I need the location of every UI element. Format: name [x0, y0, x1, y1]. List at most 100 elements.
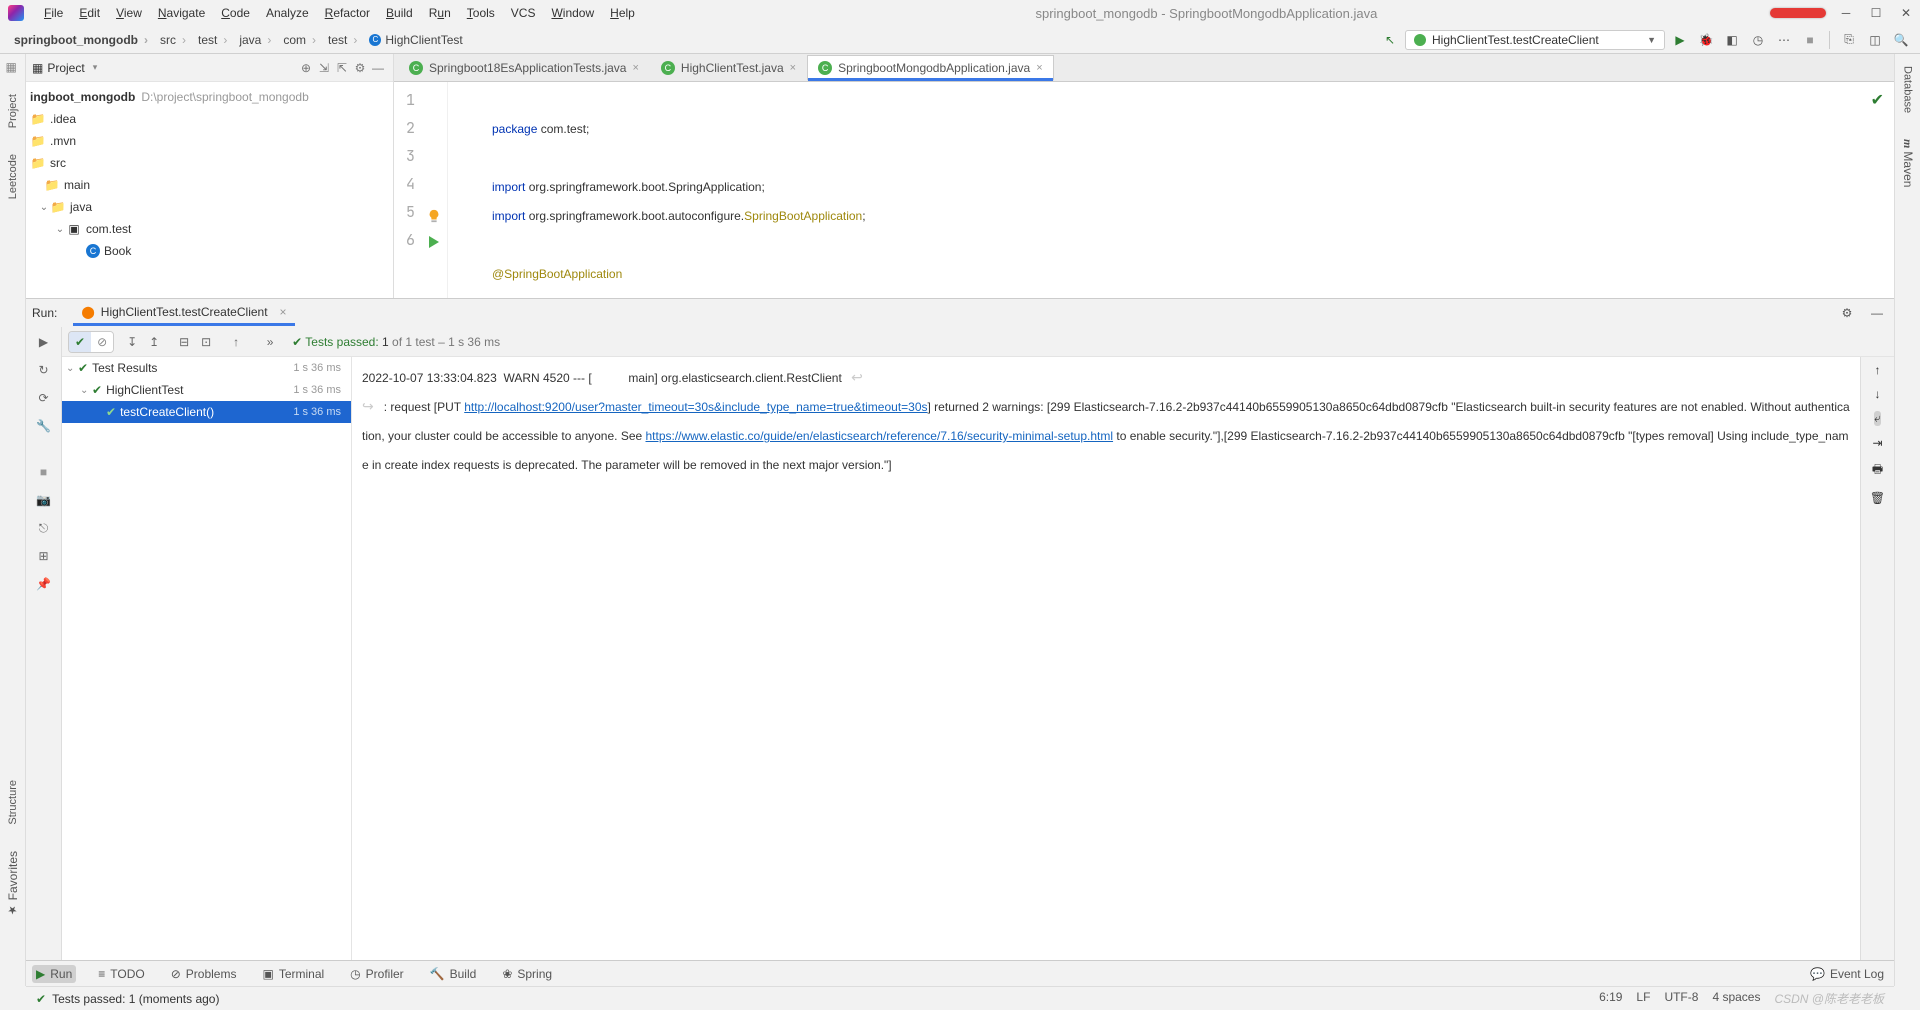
show-ignored-button[interactable]: ⊘ [91, 332, 113, 352]
expand-all-button[interactable]: ⊟ [174, 332, 194, 352]
bottom-tab-todo[interactable]: ≡ TODO [94, 965, 148, 983]
run-tab[interactable]: ⬤HighClientTest.testCreateClient× [73, 301, 294, 326]
menu-file[interactable]: File [36, 4, 71, 22]
bottom-tab-spring[interactable]: ❀ Spring [498, 965, 556, 983]
menu-navigate[interactable]: Navigate [150, 4, 213, 22]
wrench-icon[interactable]: 🔧 [35, 417, 53, 435]
left-tab-leetcode[interactable]: Leetcode [5, 148, 21, 205]
scroll-to-end-button[interactable]: ⇥ [1872, 436, 1882, 450]
test-tree-method[interactable]: ✔testCreateClient()1 s 36 ms [62, 401, 351, 423]
status-encoding[interactable]: UTF-8 [1664, 990, 1698, 1007]
project-view-selector[interactable]: ▦ Project [32, 61, 97, 75]
inspection-ok-icon[interactable]: ✔ [1871, 90, 1884, 110]
right-tab-database[interactable]: Database [1900, 60, 1916, 119]
rerun-failed-button[interactable]: ↻ [35, 361, 53, 379]
run-gutter-icon[interactable] [425, 232, 441, 248]
menu-help[interactable]: Help [602, 4, 643, 22]
close-tab-icon[interactable]: × [632, 62, 638, 74]
bottom-tab-profiler[interactable]: ◷ Profiler [346, 965, 408, 983]
editor-tab-1[interactable]: CSpringboot18EsApplicationTests.java× [398, 55, 650, 81]
collapse-all-icon[interactable]: ⇱ [333, 59, 351, 77]
code-area[interactable]: package com.test; import org.springframe… [448, 82, 1894, 298]
crumb-test[interactable]: test [192, 31, 233, 49]
console-link-2[interactable]: https://www.elastic.co/guide/en/elastics… [646, 429, 1114, 443]
close-tab-icon[interactable]: × [280, 305, 287, 319]
editor-tab-3[interactable]: CSpringbootMongodbApplication.java× [807, 55, 1054, 81]
status-indent[interactable]: 4 spaces [1712, 990, 1760, 1007]
toggle-auto-test-button[interactable]: ⟳ [35, 389, 53, 407]
bottom-tab-problems[interactable]: ⊘ Problems [167, 965, 241, 983]
run-button[interactable]: ▶ [1669, 29, 1691, 51]
collapse-all-button[interactable]: ⊡ [196, 332, 216, 352]
left-tab-favorites[interactable]: ★ Favorites [4, 845, 22, 922]
project-tree[interactable]: ingboot_mongodbD:\project\springboot_mon… [26, 82, 393, 298]
gear-icon[interactable]: ⚙ [1836, 302, 1858, 324]
menu-code[interactable]: Code [213, 4, 258, 22]
layout-button[interactable]: ⊞ [35, 547, 53, 565]
crumb-project[interactable]: springboot_mongodb [8, 31, 154, 49]
maximize-button[interactable]: ☐ [1870, 7, 1882, 19]
back-arrow-icon[interactable]: ↖ [1379, 29, 1401, 51]
exit-button[interactable]: ⎋ [35, 519, 53, 537]
test-tree[interactable]: ⌄✔Test Results1 s 36 ms ⌄✔HighClientTest… [62, 357, 352, 960]
status-caret-pos[interactable]: 6:19 [1599, 990, 1622, 1007]
rerun-button[interactable]: ▶ [35, 333, 53, 351]
close-button[interactable]: ✕ [1900, 7, 1912, 19]
menu-refactor[interactable]: Refactor [317, 4, 378, 22]
coverage-button[interactable]: ◧ [1721, 29, 1743, 51]
pin-button[interactable]: 📌 [35, 575, 53, 593]
bottom-event-log[interactable]: 💬 Event Log [1806, 965, 1888, 983]
crumb-java[interactable]: java [233, 31, 277, 49]
search-everywhere-button[interactable]: 🔍 [1890, 29, 1912, 51]
scroll-up-button[interactable]: ↑ [1875, 363, 1881, 377]
right-tab-maven[interactable]: m Maven [1898, 133, 1917, 193]
close-tab-icon[interactable]: × [1036, 62, 1042, 74]
left-tab-project[interactable]: Project [5, 88, 21, 134]
crumb-pkg[interactable]: test [322, 31, 363, 49]
profile-button[interactable]: ◷ [1747, 29, 1769, 51]
hide-tool-icon[interactable]: — [1866, 302, 1888, 324]
menu-window[interactable]: Window [543, 4, 602, 22]
bottom-tab-build[interactable]: 🔨 Build [426, 965, 481, 983]
export-button[interactable]: » [260, 332, 280, 352]
dump-button[interactable]: 📷 [35, 491, 53, 509]
menu-run[interactable]: Run [421, 4, 459, 22]
locate-icon[interactable]: ⊕ [297, 59, 315, 77]
softwrap-toggle-button[interactable]: ⤶ [1874, 411, 1881, 426]
show-passed-button[interactable]: ✔ [69, 332, 91, 352]
gear-icon[interactable]: ⚙ [351, 59, 369, 77]
stop-button[interactable]: ■ [35, 463, 53, 481]
tree-book[interactable]: CBook [26, 240, 393, 262]
status-line-ending[interactable]: LF [1636, 990, 1650, 1007]
bottom-tab-run[interactable]: ▶Run [32, 965, 76, 983]
lightbulb-icon[interactable] [427, 205, 441, 219]
expand-all-icon[interactable]: ⇲ [315, 59, 333, 77]
git-tool-icon[interactable]: ⎘ [1838, 29, 1860, 51]
sort-button[interactable]: ↧ [122, 332, 142, 352]
tree-idea[interactable]: 📁.idea [26, 108, 393, 130]
scroll-down-button[interactable]: ↓ [1875, 387, 1881, 401]
left-tab-structure[interactable]: Structure [5, 774, 21, 831]
tree-mvn[interactable]: 📁.mvn [26, 130, 393, 152]
test-tree-root[interactable]: ⌄✔Test Results1 s 36 ms [62, 357, 351, 379]
clear-button[interactable]: 🗑 [1870, 491, 1885, 505]
tree-src[interactable]: 📁src [26, 152, 393, 174]
tree-comtest[interactable]: ⌄▣com.test [26, 218, 393, 240]
close-tab-icon[interactable]: × [790, 62, 796, 74]
bottom-tab-terminal[interactable]: ▣ Terminal [258, 965, 328, 983]
tree-root[interactable]: ingboot_mongodbD:\project\springboot_mon… [26, 86, 393, 108]
test-tree-class[interactable]: ⌄✔HighClientTest1 s 36 ms [62, 379, 351, 401]
menu-tools[interactable]: Tools [459, 4, 503, 22]
run-config-selector[interactable]: HighClientTest.testCreateClient ▼ [1405, 30, 1665, 50]
project-icon[interactable]: ▦ [6, 60, 20, 74]
crumb-src[interactable]: src [154, 31, 192, 49]
editor-body[interactable]: 123456 package com.test; import org.spri… [394, 82, 1894, 298]
hide-panel-icon[interactable]: — [369, 59, 387, 77]
tree-java[interactable]: ⌄📁java [26, 196, 393, 218]
debug-button[interactable]: 🐞 [1695, 29, 1717, 51]
layout-button[interactable]: ◫ [1864, 29, 1886, 51]
crumb-class[interactable]: CHighClientTest [363, 31, 474, 49]
console-output[interactable]: 2022-10-07 13:33:04.823 WARN 4520 --- [ … [352, 357, 1860, 960]
stop-button[interactable]: ■ [1799, 29, 1821, 51]
menu-build[interactable]: Build [378, 4, 421, 22]
